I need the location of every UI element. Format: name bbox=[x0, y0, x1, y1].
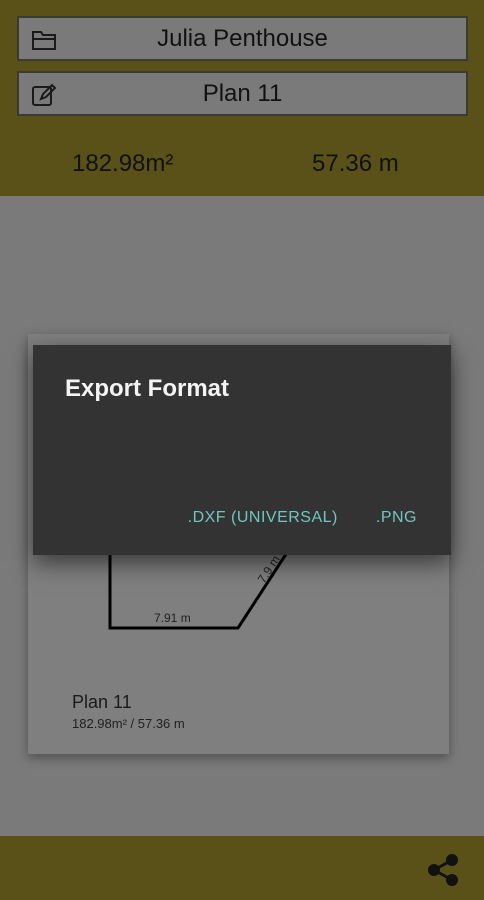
plan-stats: 182.98m² 57.36 m bbox=[0, 150, 484, 186]
export-dxf-button[interactable]: .DXF (UNIVERSAL) bbox=[188, 509, 338, 527]
bottom-bar bbox=[0, 836, 484, 900]
dialog-actions: .DXF (UNIVERSAL) .PNG bbox=[188, 509, 417, 527]
area-value: 182.98m² bbox=[72, 150, 174, 177]
export-png-button[interactable]: .PNG bbox=[376, 509, 417, 527]
export-format-dialog: Export Format .DXF (UNIVERSAL) .PNG bbox=[33, 345, 451, 555]
edge-label-diagonal: 7.9 m bbox=[255, 553, 283, 586]
plan-name: Plan 11 bbox=[202, 79, 283, 107]
dialog-title: Export Format bbox=[65, 375, 230, 402]
share-icon[interactable] bbox=[424, 851, 462, 889]
perimeter-value: 57.36 m bbox=[312, 150, 399, 177]
plan-name-field[interactable]: Plan 11 bbox=[17, 71, 468, 116]
edge-label-bottom: 7.91 m bbox=[154, 611, 191, 625]
preview-plan-title: Plan 11 bbox=[72, 692, 132, 712]
project-name: Julia Penthouse bbox=[157, 24, 328, 52]
preview-plan-summary: 182.98m² / 57.36 m bbox=[72, 716, 185, 731]
project-selector[interactable]: Julia Penthouse bbox=[17, 16, 468, 61]
header: Julia Penthouse Plan 11 182.98m² 57.36 m bbox=[0, 0, 484, 196]
